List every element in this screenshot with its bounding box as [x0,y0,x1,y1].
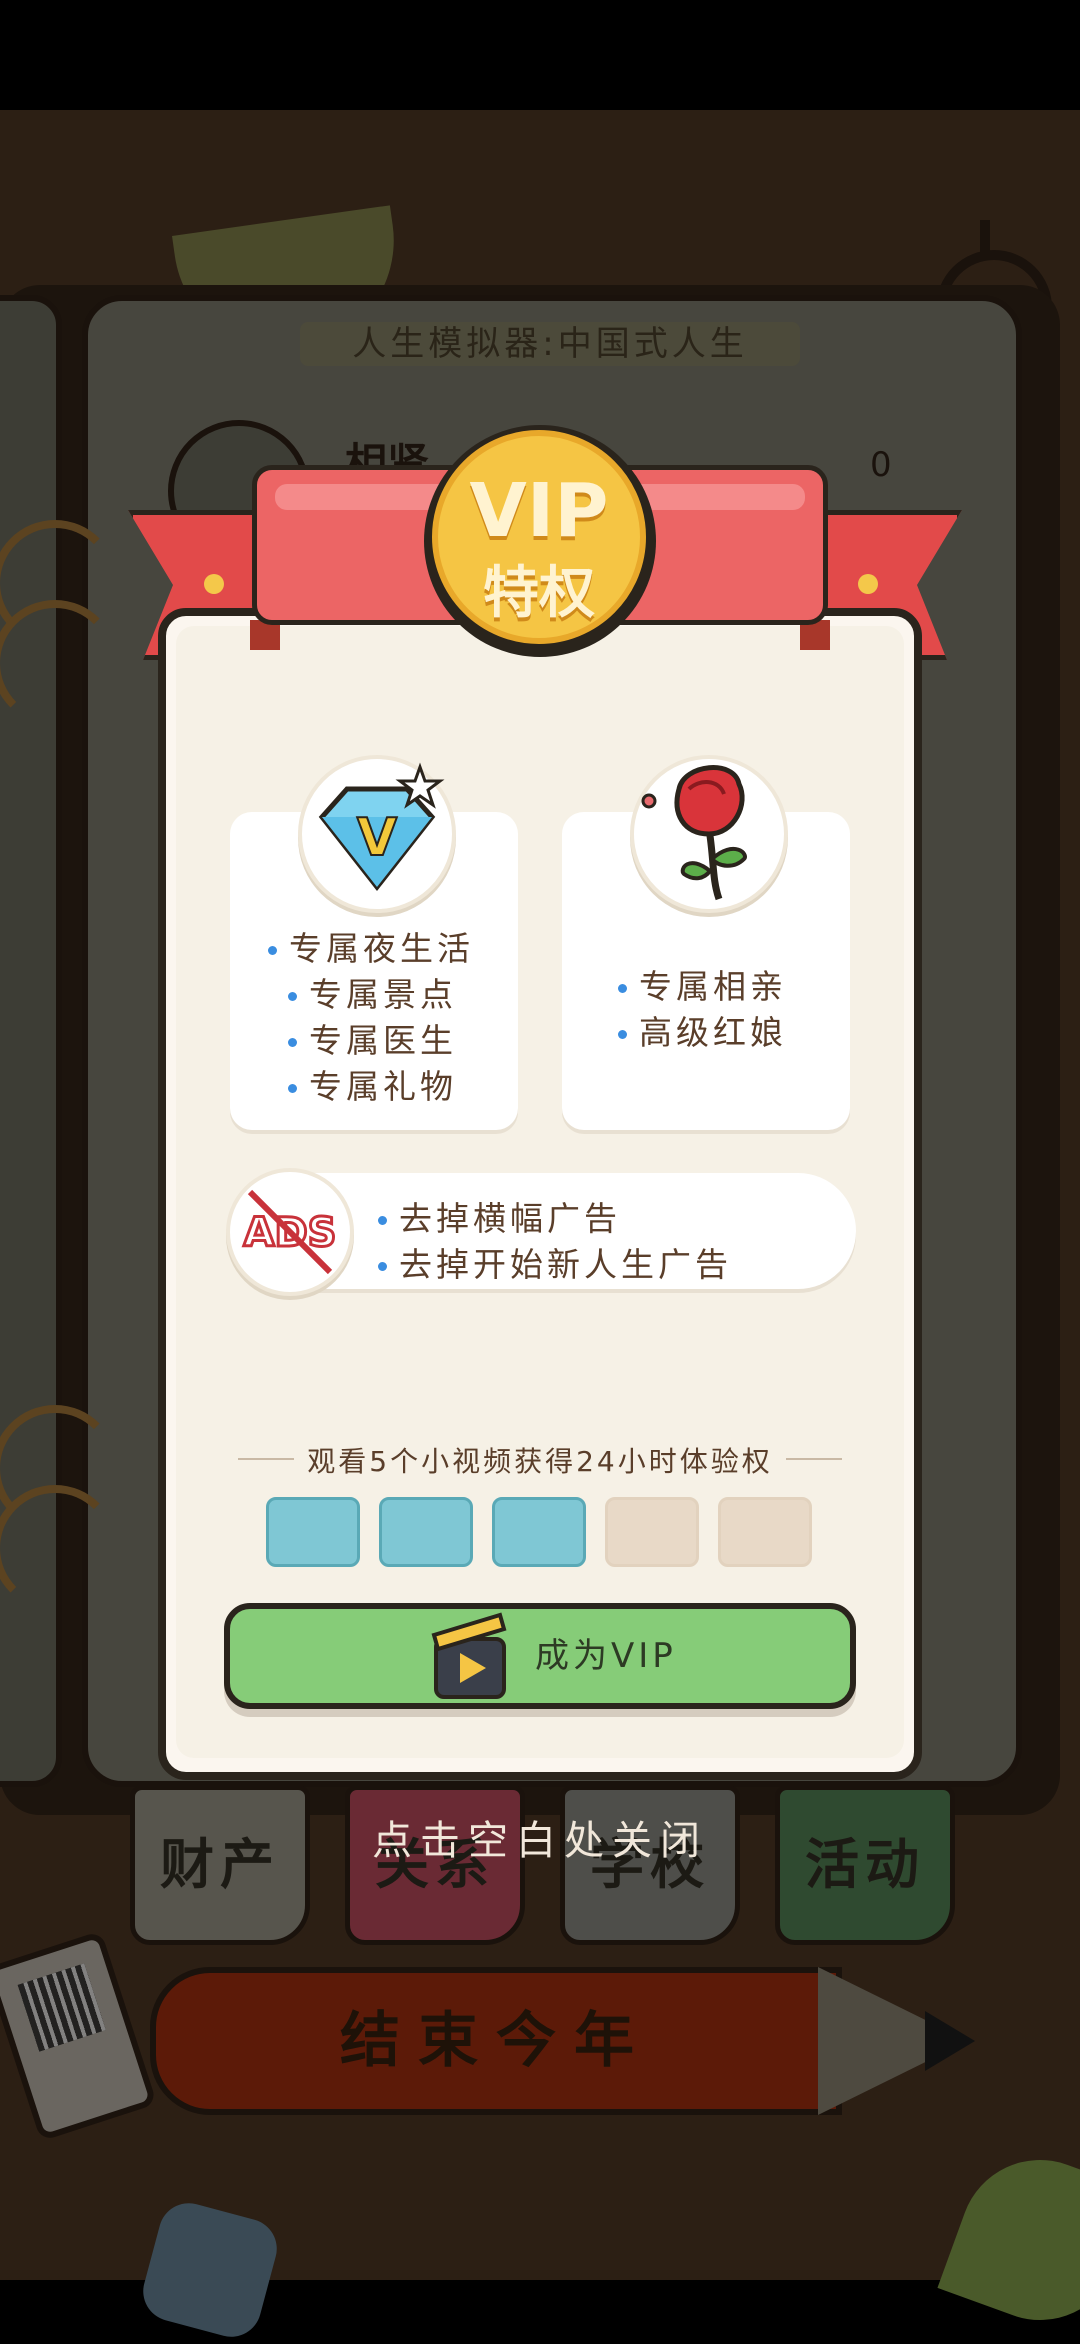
progress-slot [492,1497,586,1567]
become-vip-label: 成为VIP [535,1636,677,1676]
medal-title: VIP [469,468,609,554]
list-item: 去掉横幅广告 [378,1192,848,1238]
bullet-icon [378,1216,387,1225]
ribbon-dot [858,574,878,594]
rose-icon [630,755,788,913]
progress-slot [605,1497,699,1567]
list-item: 专属医生 [268,1014,508,1060]
progress-slot [379,1497,473,1567]
no-ads-icon: ADS [226,1168,354,1296]
ribbon-dot [204,574,224,594]
bullet-icon [378,1262,387,1271]
diamond-v-icon: V [298,755,456,913]
become-vip-button[interactable]: 成为VIP [224,1603,856,1709]
close-hint[interactable]: 点击空白处关闭 [0,1808,1080,1866]
money-value: 0 [870,445,892,485]
progress-slot [718,1497,812,1567]
divider [786,1458,842,1460]
list-item: 高级红娘 [618,1006,838,1052]
bullet-icon [288,1038,297,1047]
bullet-icon [288,992,297,1001]
no-ads-list: 去掉横幅广告 去掉开始新人生广告 [378,1192,848,1284]
video-play-icon [431,1612,507,1699]
book-title: 人生模拟器:中国式人生 [300,322,800,366]
list-item: 专属夜生活 [268,922,508,968]
bullet-icon [288,1084,297,1093]
pencil-tip [925,2011,975,2071]
bullet-icon [618,984,627,993]
bullet-icon [618,1030,627,1039]
list-item: 专属景点 [268,968,508,1014]
list-item: 专属礼物 [268,1060,508,1106]
svg-text:V: V [357,808,397,868]
list-item: 专属相亲 [618,960,838,1006]
medal-subtitle: 特权 [483,561,595,626]
divider [238,1458,294,1460]
progress-slot [266,1497,360,1567]
bullet-icon [268,946,277,955]
qr-code-icon [17,1963,106,2052]
perk-list-right: 专属相亲 高级红娘 [618,960,838,1052]
vip-medal-icon: VIP 特权 [432,430,646,644]
end-year-button[interactable]: 结束今年 [150,1967,842,2115]
progress-hint: 观看5个小视频获得24小时体验权 [307,1445,773,1478]
list-item: 去掉开始新人生广告 [378,1238,848,1284]
perk-list-left: 专属夜生活 专属景点 专属医生 专属礼物 [268,922,508,1106]
